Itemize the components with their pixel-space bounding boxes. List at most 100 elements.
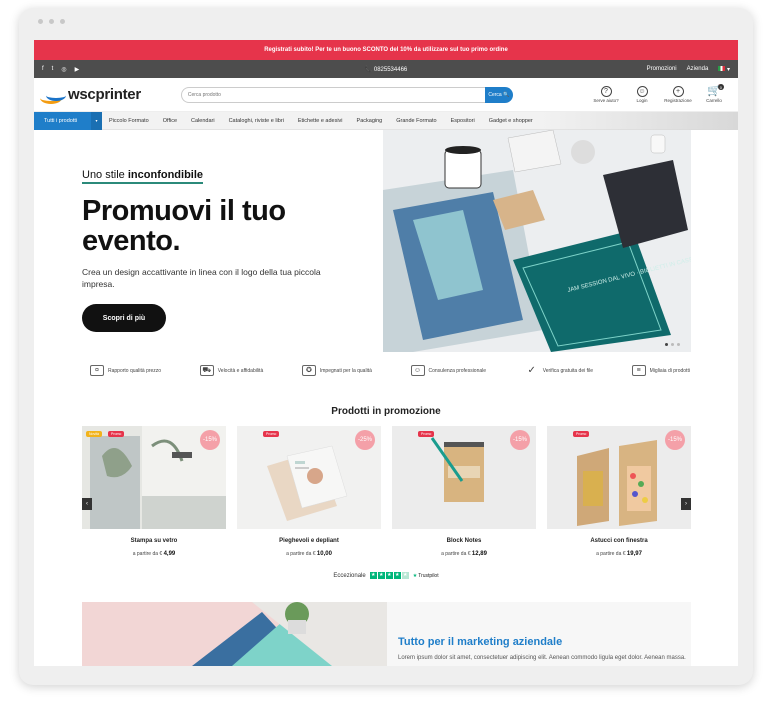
discount-badge: -25% [355, 430, 375, 450]
cart-icon: 🛒 0 [707, 84, 724, 97]
discount-badge: -15% [200, 430, 220, 450]
feature-item: ≡ Migliaia di prodotti [631, 365, 690, 376]
product-name[interactable]: Pieghevoli e depliant [237, 538, 381, 544]
all-products-label: Tutti i prodotti [44, 117, 78, 124]
rating-stars: ★ ★ ★ ★ ★ [369, 572, 409, 579]
hero-text: Uno stile inconfondibile Promuovi il tuo… [82, 165, 322, 332]
nav-item-etichette[interactable]: Etichette e adesivi [291, 118, 350, 124]
slide-dot-3[interactable] [677, 343, 680, 346]
product-price: a partire da € 19,97 [547, 551, 691, 557]
feature-item: ⛟ Velocità e affidabilità [199, 365, 264, 376]
logo-swoosh-icon [40, 88, 66, 104]
trustpilot-widget[interactable]: Eccezionale ★ ★ ★ ★ ★ ★ Trustpilot [34, 572, 738, 579]
feature-label: Velocità e affidabilità [217, 367, 264, 374]
marketing-title: Tutto per il marketing aziendale [398, 636, 563, 648]
feature-item: ✪ Impegnati per la qualità [301, 365, 372, 376]
login-button[interactable]: ☺ Login [628, 86, 656, 103]
top-link-azienda[interactable]: Azienda [687, 66, 709, 72]
italy-flag-icon [718, 65, 726, 71]
nav-item-cataloghi[interactable]: Cataloghi, riviste e libri [222, 118, 291, 124]
help-button[interactable]: ? Serve aiuto? [592, 86, 620, 103]
help-icon: ? [600, 86, 612, 97]
truck-icon: ⛟ [199, 365, 214, 376]
nav-item-piccolo-formato[interactable]: Piccolo Formato [102, 118, 156, 124]
price-prefix: a partire da € [286, 551, 316, 557]
nav-item-gadget[interactable]: Gadget e shopper [482, 118, 540, 124]
star-icon: ★ [385, 572, 393, 579]
help-label: Serve aiuto? [593, 98, 619, 103]
trust-label: Eccezionale [333, 572, 366, 579]
feature-item: ✓ Verifica gratuita dei file [525, 365, 593, 376]
promo-badge: Promo [418, 431, 435, 437]
price-value: 4,99 [163, 551, 176, 557]
twitter-icon[interactable]: t [52, 66, 54, 73]
nav-item-espositori[interactable]: Espositori [444, 118, 482, 124]
product-name[interactable]: Astucci con finestra [547, 538, 691, 544]
slide-dot-1[interactable] [665, 343, 668, 346]
product-card[interactable]: Promo -15% Astucci con finestra a partir… [547, 426, 691, 557]
promo-section-title: Prodotti in promozione [331, 406, 441, 417]
user-icon: ☺ [636, 86, 648, 97]
youtube-icon[interactable]: ▶ [75, 66, 80, 73]
discount-badge: -15% [665, 430, 685, 450]
carousel-next-button[interactable]: › [681, 498, 691, 510]
product-image[interactable]: Promo -15% [392, 426, 536, 529]
hero-image: JAM SESSION DAL VIVO · BIGLIETTI IN CASS… [383, 130, 691, 352]
site-logo[interactable]: wscprinter [40, 86, 141, 104]
product-image[interactable]: Promo -15% [547, 426, 691, 529]
promo-badge: Promo [263, 431, 280, 437]
top-links: Promozioni Azienda ▾ [647, 65, 730, 73]
all-products-button[interactable]: Tutti i prodotti ▾ [34, 111, 102, 130]
register-button[interactable]: + Registrazione [664, 86, 692, 103]
caret-down-icon: ▾ [91, 111, 102, 130]
page-screen: Registrati subito! Per te un buono SCONT… [34, 40, 738, 666]
trustpilot-star-icon: ★ [412, 572, 418, 579]
discover-more-button[interactable]: Scopri di più [82, 304, 166, 332]
register-icon: + [672, 86, 684, 97]
top-link-promozioni[interactable]: Promozioni [647, 66, 677, 72]
product-price: a partire da € 10,00 [237, 551, 381, 557]
search-bar: Cerca 🔍 [180, 86, 513, 103]
product-image[interactable]: Novità Promo -15% [82, 426, 226, 529]
instagram-icon[interactable]: ◎ [61, 66, 66, 73]
marketing-image [82, 602, 387, 666]
hero-title: Promuovi il tuo evento. [82, 195, 286, 257]
promo-bar[interactable]: Registrati subito! Per te un buono SCONT… [34, 40, 738, 60]
feature-label: Consulenza professionale [428, 367, 487, 374]
cart-button[interactable]: 🛒 0 Carrello [700, 84, 728, 103]
trustpilot-logo: ★ Trustpilot [413, 573, 439, 579]
price-value: 10,00 [316, 551, 332, 557]
product-image[interactable]: Promo -25% [237, 426, 381, 529]
price-value: 12,89 [471, 551, 487, 557]
product-card[interactable]: Promo -25% Pieghevoli e depliant a parti… [237, 426, 381, 557]
search-button[interactable]: Cerca 🔍 [484, 86, 513, 103]
price-prefix: a partire da € [441, 551, 471, 557]
feature-item: ¤ Rapporto qualità prezzo [90, 365, 161, 376]
nav-item-grande-formato[interactable]: Grande Formato [389, 118, 443, 124]
kicker-bold: inconfondibile [127, 169, 204, 181]
slide-dot-2[interactable] [671, 343, 674, 346]
marketing-body: Lorem ipsum dolor sit amet, consectetuer… [398, 655, 686, 661]
nav-item-office[interactable]: Office [156, 118, 184, 124]
product-carousel: Novità Promo -15% Stampa su vetro a part… [82, 426, 691, 557]
facebook-icon[interactable]: f [42, 66, 44, 73]
language-selector[interactable]: ▾ [718, 65, 730, 73]
product-card[interactable]: Promo -15% Block Notes a partire da € 12… [392, 426, 536, 557]
price-value: 19,97 [626, 551, 642, 557]
features-row: ¤ Rapporto qualità prezzo ⛟ Velocità e aff… [90, 365, 690, 376]
discount-badge: -15% [510, 430, 530, 450]
product-card[interactable]: Novità Promo -15% Stampa su vetro a part… [82, 426, 226, 557]
list-icon: ≡ [631, 365, 646, 376]
product-name[interactable]: Block Notes [392, 538, 536, 544]
search-input[interactable] [180, 86, 485, 103]
nav-item-packaging[interactable]: Packaging [350, 118, 390, 124]
nav-item-calendari[interactable]: Calendari [184, 118, 222, 124]
product-name[interactable]: Stampa su vetro [82, 538, 226, 544]
promo-bar-text[interactable]: Registrati subito! Per te un buono SCONT… [264, 47, 508, 53]
hero-subtitle: Crea un design accattivante in linea con… [82, 267, 321, 289]
logo-text: wscprinter [68, 86, 141, 103]
header-icons: ? Serve aiuto? ☺ Login + Registrazione 🛒… [592, 84, 728, 103]
carousel-prev-button[interactable]: ‹ [82, 498, 92, 510]
category-nav: Tutti i prodotti ▾ Piccolo Formato Offic… [34, 111, 738, 130]
hero-banner: Uno stile inconfondibile Promuovi il tuo… [34, 130, 738, 352]
